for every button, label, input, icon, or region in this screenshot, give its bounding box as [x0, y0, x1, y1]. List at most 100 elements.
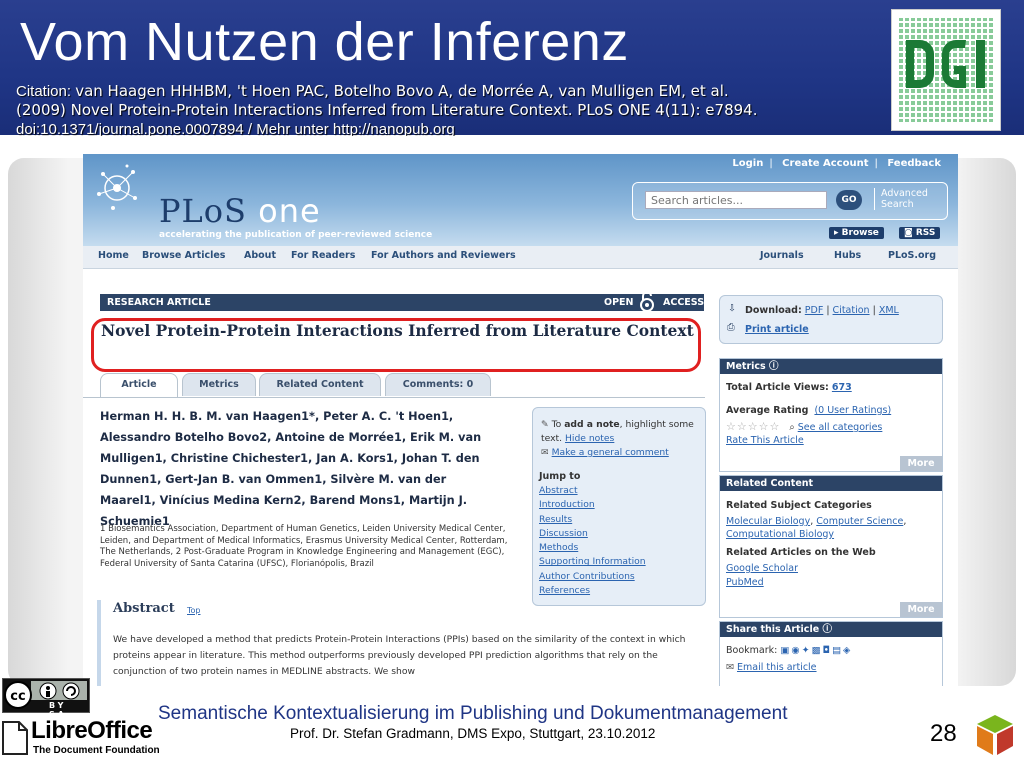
average-rating: Average Rating (0 User Ratings)	[726, 405, 892, 416]
main-nav: Home Browse Articles About For Readers F…	[83, 246, 958, 269]
general-comment-link[interactable]: Make a general comment	[552, 447, 669, 458]
cc-by-sa-badge: cc BY SA	[2, 678, 90, 719]
footer-title: Semantische Kontextualisierung im Publis…	[158, 703, 788, 724]
print-article-link[interactable]: Print article	[745, 324, 809, 335]
metrics-panel: Metrics ⓘ Total Article Views: 673 Avera…	[719, 358, 943, 472]
jump-methods[interactable]: Methods	[539, 542, 578, 553]
plos-screenshot: Login | Create Account | Feedback PLoS one…	[83, 154, 958, 686]
hide-notes-link[interactable]: Hide notes	[565, 433, 614, 444]
nav-hubs[interactable]: Hubs	[834, 250, 861, 261]
email-article-row[interactable]: ✉ Email this article	[726, 662, 817, 673]
total-views-count[interactable]: 673	[832, 382, 852, 393]
author-line[interactable]: Herman H. H. B. M. van Haagen1*, Peter A…	[100, 406, 500, 427]
jump-supporting-information[interactable]: Supporting Information	[539, 556, 646, 567]
advanced-search-link[interactable]: Advanced Search	[874, 188, 928, 210]
search-input[interactable]	[645, 191, 827, 209]
tab-related-content[interactable]: Related Content	[259, 373, 381, 396]
abstract-text: We have developed a method that predicts…	[113, 634, 686, 677]
email-icon: ✉	[726, 662, 734, 673]
cube-logo	[975, 713, 1015, 757]
access-label: ACCESS	[663, 297, 705, 308]
jump-results[interactable]: Results	[539, 514, 572, 525]
author-list: Herman H. H. B. M. van Haagen1*, Peter A…	[100, 406, 500, 532]
pubmed-link[interactable]: PubMed	[726, 577, 764, 588]
download-pdf-link[interactable]: PDF	[805, 305, 824, 316]
page-number: 28	[930, 720, 957, 747]
plos-tagline: accelerating the publication of peer-rev…	[159, 230, 433, 240]
see-all-categories-link[interactable]: See all categories	[798, 422, 883, 433]
download-xml-link[interactable]: XML	[879, 305, 899, 316]
jump-references[interactable]: References	[539, 585, 590, 596]
rating-stars[interactable]: ☆☆☆☆☆ ⌕ See all categories	[726, 420, 882, 433]
rate-article-link[interactable]: Rate This Article	[726, 435, 804, 446]
subject-categories-heading: Related Subject Categories	[726, 500, 872, 511]
feedback-link[interactable]: Feedback	[887, 158, 941, 169]
share-panel: Share this Article ⓘ Bookmark: ▣◉✦▩◘▤◈ ✉…	[719, 621, 943, 686]
abstract-heading: Abstract	[113, 601, 175, 616]
download-citation-link[interactable]: Citation	[833, 305, 870, 316]
jump-to-heading: Jump to	[539, 471, 581, 482]
printer-icon: ⎙	[727, 322, 735, 333]
tab-article[interactable]: Article	[100, 373, 178, 397]
nav-journals[interactable]: Journals	[760, 250, 804, 261]
browse-button[interactable]: ▸ Browse	[829, 227, 884, 239]
tab-comments[interactable]: Comments: 0	[385, 373, 491, 396]
info-icon[interactable]: ⓘ	[822, 624, 832, 635]
author-line[interactable]: Alessandro Botelho Bovo2, Antoine de Mor…	[100, 427, 500, 448]
open-access-icon	[640, 291, 654, 312]
nav-browse-articles[interactable]: Browse Articles	[142, 250, 225, 261]
nav-home[interactable]: Home	[98, 250, 129, 261]
research-article-bar: RESEARCH ARTICLE OPEN ACCESS	[100, 291, 705, 312]
document-icon	[2, 721, 28, 755]
jump-introduction[interactable]: Introduction	[539, 499, 595, 510]
search-go-button[interactable]: GO	[836, 190, 862, 210]
related-web-heading: Related Articles on the Web	[726, 547, 876, 558]
subject-link[interactable]: Computational Biology	[726, 529, 834, 540]
affiliations: 1 Biosemantics Association, Department o…	[100, 524, 508, 569]
related-content-heading: Related Content	[720, 476, 942, 491]
info-icon[interactable]: ⓘ	[769, 361, 779, 372]
pencil-icon: ✎	[541, 419, 549, 430]
citation-label: Citation:	[16, 83, 76, 100]
nav-about[interactable]: About	[244, 250, 276, 261]
nav-for-readers[interactable]: For Readers	[291, 250, 355, 261]
jump-discussion[interactable]: Discussion	[539, 528, 588, 539]
create-account-link[interactable]: Create Account	[782, 158, 868, 169]
total-views: Total Article Views: 673	[726, 382, 852, 393]
slide-title: Vom Nutzen der Inferenz	[20, 12, 629, 72]
tab-metrics[interactable]: Metrics	[182, 373, 256, 396]
author-line[interactable]: Mulligen1, Christine Chichester1, Jan A.…	[100, 448, 500, 469]
login-link[interactable]: Login	[732, 158, 763, 169]
metrics-more-button[interactable]: More	[900, 456, 942, 471]
jump-author-contributions[interactable]: Author Contributions	[539, 571, 635, 582]
article-title: Novel Protein-Protein Interactions Infer…	[101, 321, 694, 340]
citation-line-3: doi:10.1371/journal.pone.0007894 / Mehr …	[16, 121, 455, 136]
citation-line-2: (2009) Novel Protein-Protein Interaction…	[16, 101, 758, 119]
nav-plos-org[interactable]: PLoS.org	[888, 250, 936, 261]
svg-text:cc: cc	[10, 689, 25, 704]
share-heading: Share this Article ⓘ	[720, 622, 942, 637]
plos-one-logo[interactable]: PLoS one accelerating the publication of…	[93, 164, 432, 240]
bookmark-service-icons[interactable]: ▣◉✦▩◘▤◈	[780, 645, 852, 656]
plos-network-icon	[97, 164, 137, 210]
user-ratings-link[interactable]: (0 User Ratings)	[814, 405, 891, 416]
download-box: ⇩ Download: PDF | Citation | XML ⎙ Print…	[719, 295, 943, 344]
subject-link[interactable]: Molecular Biology	[726, 516, 810, 527]
rss-button[interactable]: ◙ RSS	[899, 227, 941, 239]
search-box: GO AdvancedSearch	[632, 182, 948, 220]
jump-to-list: Abstract Introduction Results Discussion…	[539, 484, 646, 598]
nav-for-authors[interactable]: For Authors and Reviewers	[371, 250, 516, 261]
abstract-top-link[interactable]: Top	[187, 606, 201, 615]
citation-line-1: van Haagen HHHBM, 't Hoen PAC, Botelho B…	[75, 82, 729, 100]
libreoffice-logo: LibreOffice The Document Foundation	[1, 715, 160, 761]
tab-underline	[83, 397, 705, 398]
libreoffice-sub: The Document Foundation	[33, 745, 160, 756]
article-type-label: RESEARCH ARTICLE	[107, 297, 211, 308]
google-scholar-link[interactable]: Google Scholar	[726, 563, 798, 574]
author-line[interactable]: Maarel1, Vinícius Medina Kern2, Barend M…	[100, 490, 500, 511]
related-more-button[interactable]: More	[900, 602, 942, 617]
jump-abstract[interactable]: Abstract	[539, 485, 578, 496]
author-line[interactable]: Dunnen1, Gert-Jan B. van Ommen1, Silvère…	[100, 469, 500, 490]
subject-link[interactable]: Computer Science	[816, 516, 903, 527]
comment-icon: ✉	[541, 447, 549, 458]
